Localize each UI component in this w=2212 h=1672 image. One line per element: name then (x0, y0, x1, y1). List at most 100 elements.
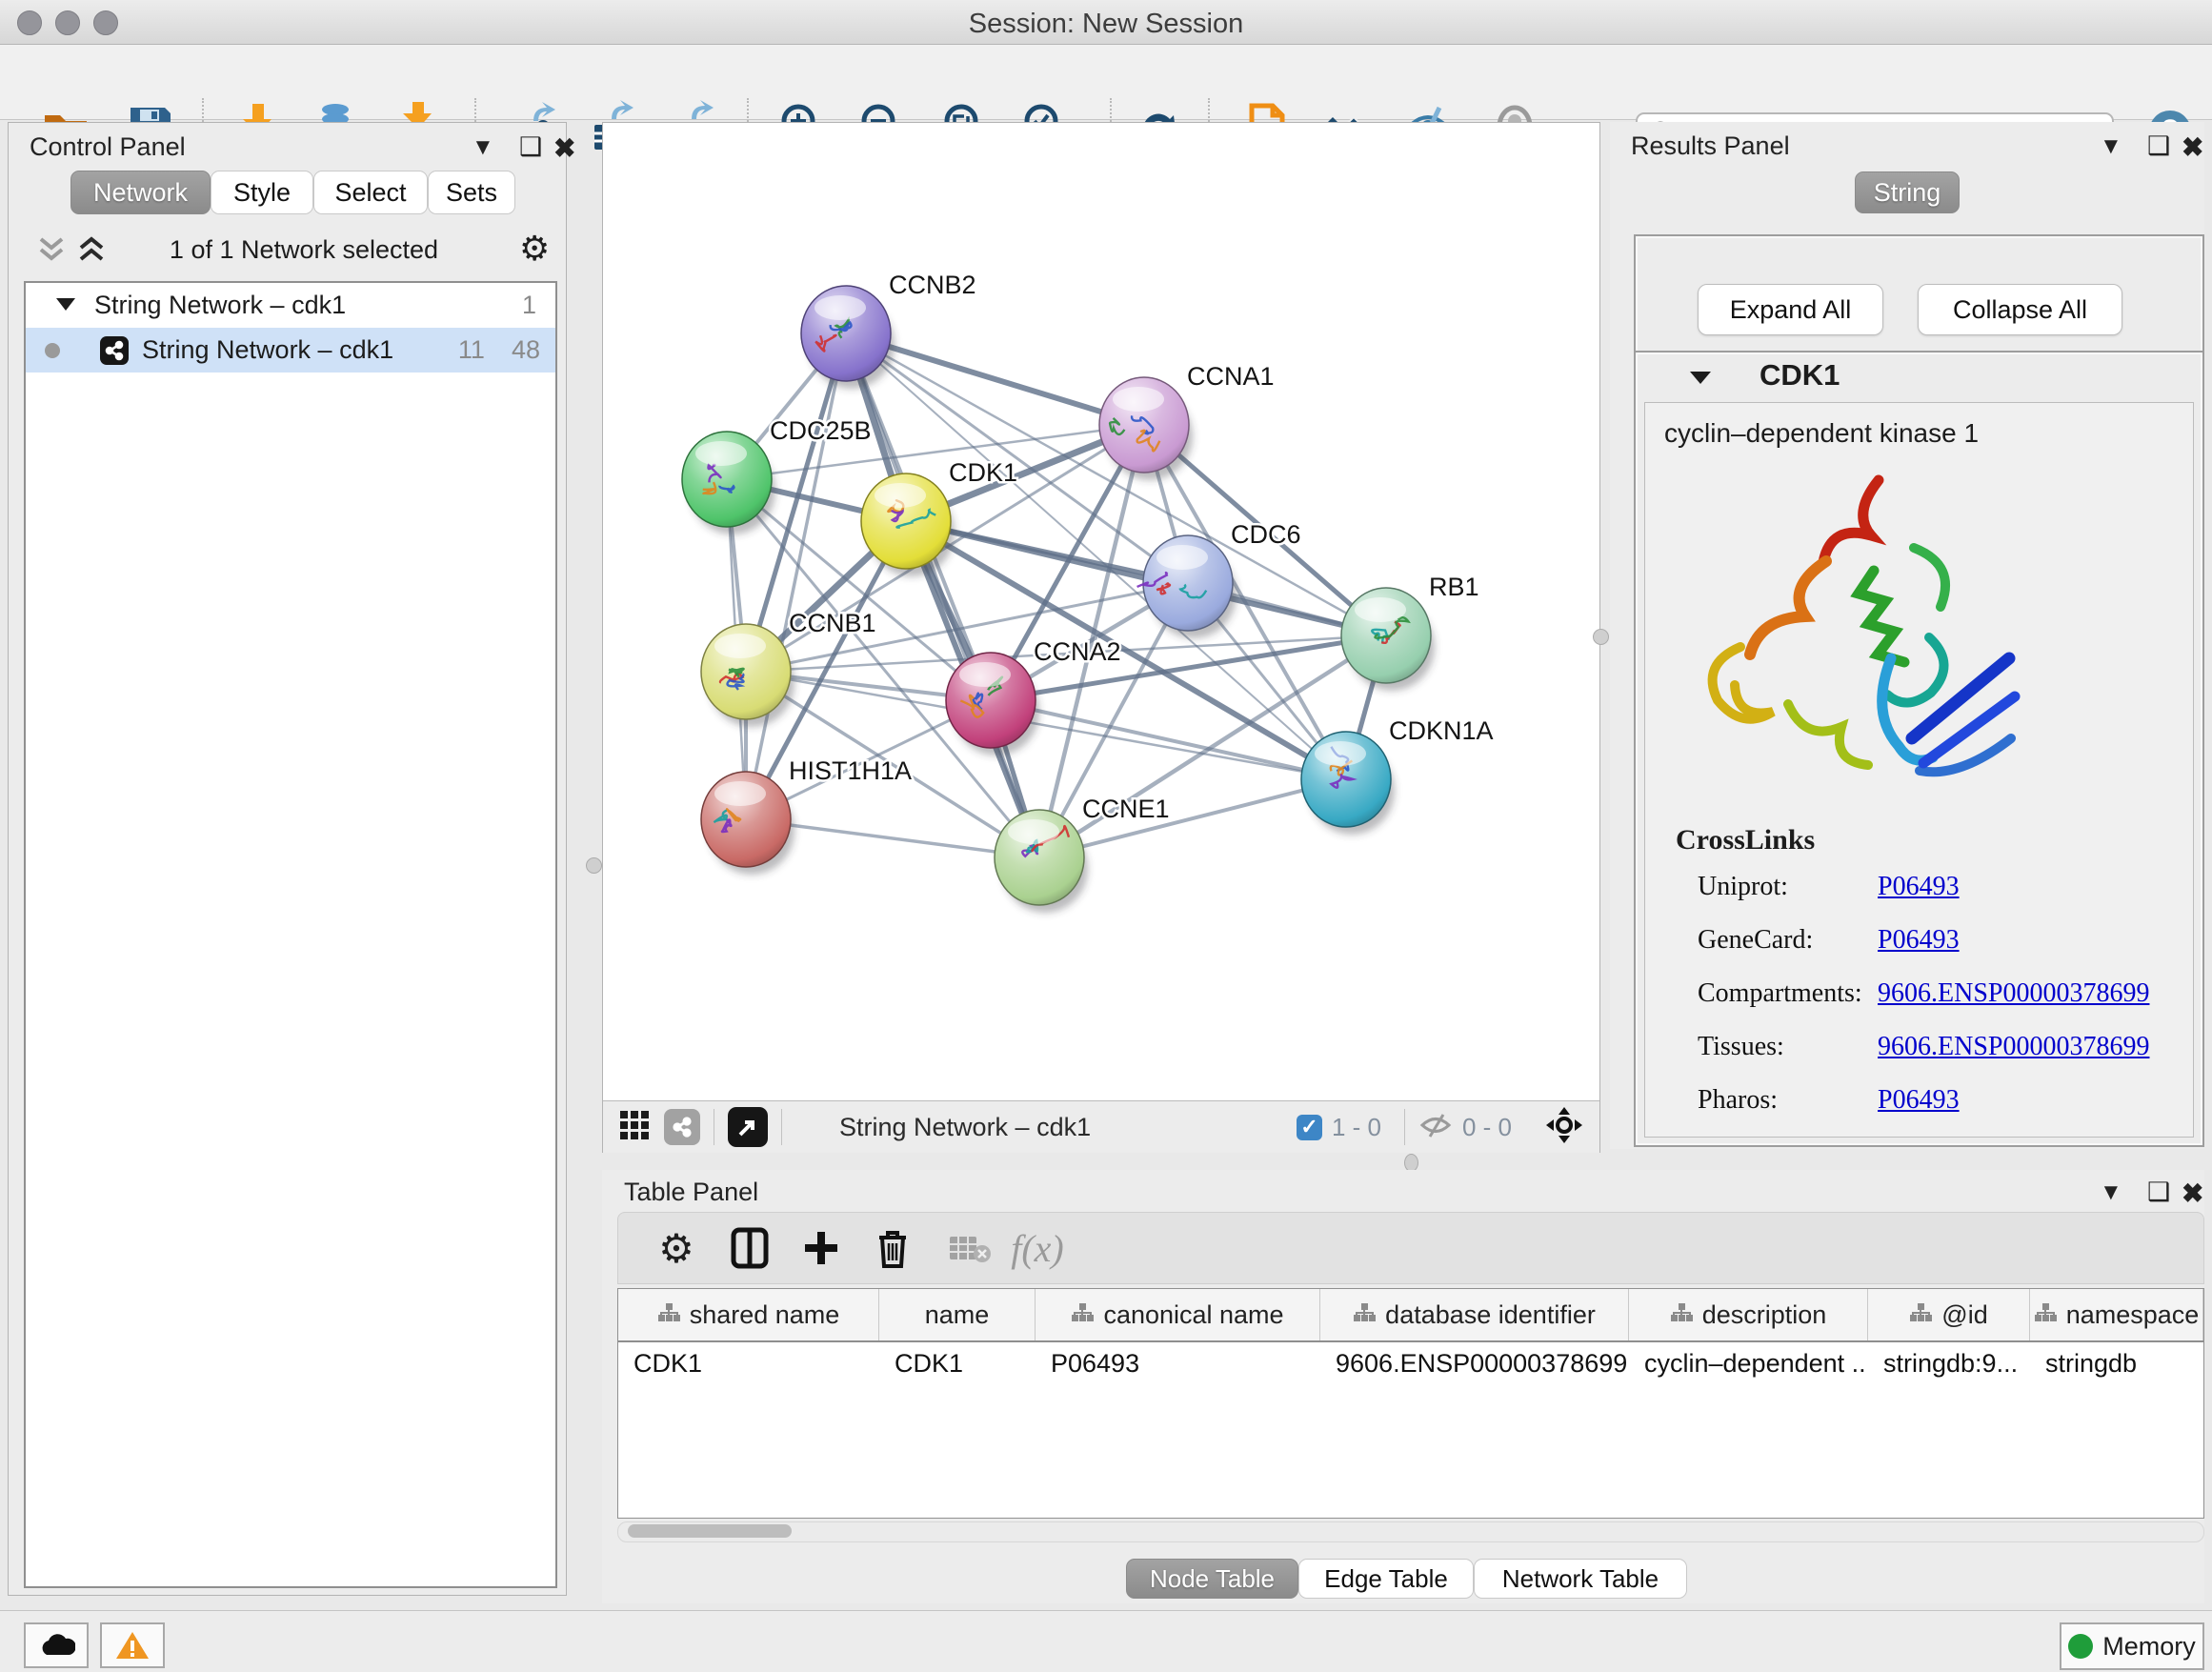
right-splitter-handle[interactable] (1593, 629, 1609, 645)
selected-checkbox-icon[interactable]: ✓ (1297, 1115, 1322, 1140)
tab-node-table[interactable]: Node Table (1126, 1559, 1298, 1599)
network-node-rb1[interactable]: RB1 (1341, 573, 1479, 683)
network-canvas[interactable]: CCNB2CCNA1CDC25BCDK1CDC6RB1CCNB1CCNA2CDK… (603, 123, 1599, 1098)
show-columns-icon[interactable] (719, 1219, 780, 1278)
network-column-icon (1909, 1300, 1932, 1330)
grid-view-icon[interactable] (618, 1109, 651, 1146)
table-panel-float-icon[interactable]: ❑ (2147, 1178, 2170, 1207)
results-panel-menu-icon[interactable]: ▼ (2100, 133, 2122, 160)
crosslink-row: Compartments:9606.ENSP00000378699 (1698, 978, 2174, 1009)
column-header-shared-name[interactable]: shared name (618, 1289, 879, 1340)
tab-select[interactable]: Select (313, 171, 428, 214)
cloud-status-button[interactable] (24, 1622, 89, 1668)
collection-expand-icon[interactable] (54, 291, 77, 320)
delete-column-icon[interactable] (862, 1219, 923, 1278)
node-label-cdkn1a: CDKN1A (1389, 716, 1494, 745)
table-cell[interactable]: stringdb (2030, 1342, 2203, 1385)
crosslink-label: Pharos: (1698, 1085, 1878, 1116)
table-cell[interactable]: P06493 (1036, 1342, 1320, 1385)
tab-network-table[interactable]: Network Table (1474, 1559, 1687, 1599)
memory-label: Memory (2102, 1632, 2196, 1662)
crosslink-link[interactable]: P06493 (1878, 872, 1960, 902)
title-bar: Session: New Session (0, 0, 2212, 45)
column-header-description[interactable]: description (1629, 1289, 1868, 1340)
expand-all-icon[interactable] (75, 233, 108, 271)
expand-all-button[interactable]: Expand All (1698, 284, 1883, 335)
section-collapse-icon[interactable] (1688, 368, 1713, 392)
footer-separator (1404, 1109, 1405, 1145)
table-panel-menu-icon[interactable]: ▼ (2100, 1179, 2122, 1206)
node-table[interactable]: shared namenamecanonical namedatabase id… (617, 1288, 2204, 1519)
delete-table-icon[interactable] (939, 1219, 1000, 1278)
birds-eye-view-icon[interactable] (1544, 1105, 1584, 1150)
table-cell[interactable]: 9606.ENSP00000378699 (1320, 1342, 1629, 1385)
network-node-count: 11 (458, 335, 485, 365)
table-cell[interactable]: cyclin–dependent ... (1629, 1342, 1868, 1385)
tab-style[interactable]: Style (211, 171, 313, 214)
table-cell[interactable]: stringdb:9... (1868, 1342, 2030, 1385)
column-header-label: namespace (2066, 1300, 2200, 1330)
network-node-hist1h1a[interactable]: HIST1H1A (701, 756, 912, 867)
network-node-cdk1[interactable]: CDK1 (861, 458, 1017, 569)
tab-edge-table[interactable]: Edge Table (1298, 1559, 1474, 1599)
network-view-toolbar: String Network – cdk1 ✓ 1 - 0 0 - 0 (603, 1100, 1599, 1153)
results-panel-float-icon[interactable]: ❑ (2147, 131, 2170, 161)
node-label-ccnb2: CCNB2 (889, 271, 976, 299)
tab-sets[interactable]: Sets (428, 171, 515, 214)
tab-string[interactable]: String (1855, 171, 1960, 213)
table-panel-close-icon[interactable]: ✖ (2182, 1178, 2203, 1209)
table-settings-gear-icon[interactable]: ⚙ (646, 1219, 707, 1278)
warning-icon (114, 1630, 151, 1661)
crosslink-row: GeneCard:P06493 (1698, 925, 2174, 956)
main-toolbar: ? (0, 45, 2212, 120)
warning-status-button[interactable] (100, 1622, 165, 1668)
string-app-icon (100, 336, 129, 365)
network-collection-row[interactable]: String Network – cdk1 1 (26, 283, 555, 328)
node-label-ccne1: CCNE1 (1082, 795, 1170, 823)
column-header--id[interactable]: @id (1868, 1289, 2030, 1340)
node-label-rb1: RB1 (1429, 573, 1479, 601)
table-cell[interactable]: CDK1 (879, 1342, 1036, 1385)
results-panel: Results Panel ▼ ❑ ✖ String Expand All Co… (1610, 122, 2204, 1149)
network-edge[interactable] (746, 333, 846, 819)
control-panel-menu-icon[interactable]: ▼ (472, 134, 494, 161)
crosslink-link[interactable]: 9606.ENSP00000378699 (1878, 978, 2149, 1009)
column-header-database-identifier[interactable]: database identifier (1320, 1289, 1629, 1340)
column-header-name[interactable]: name (879, 1289, 1036, 1340)
crosslink-link[interactable]: P06493 (1878, 1085, 1960, 1116)
network-edge-count: 48 (512, 335, 540, 365)
crosslink-label: Tissues: (1698, 1032, 1878, 1062)
add-column-icon[interactable] (791, 1219, 852, 1278)
network-node-cdc6[interactable]: CDC6 (1137, 520, 1301, 631)
network-options-gear-icon[interactable]: ⚙ (519, 230, 550, 269)
column-header-namespace[interactable]: namespace (2030, 1289, 2203, 1340)
left-splitter-handle[interactable] (586, 857, 602, 874)
table-cell[interactable]: CDK1 (618, 1342, 879, 1385)
memory-button[interactable]: Memory (2060, 1622, 2204, 1670)
column-header-canonical-name[interactable]: canonical name (1036, 1289, 1320, 1340)
control-panel-float-icon[interactable]: ❑ (519, 132, 542, 162)
table-horizontal-scrollbar[interactable] (617, 1521, 2204, 1542)
results-panel-close-icon[interactable]: ✖ (2182, 131, 2203, 163)
crosslink-link[interactable]: P06493 (1878, 925, 1960, 956)
crosslink-link[interactable]: 9606.ENSP00000378699 (1878, 1032, 2149, 1062)
footer-separator (781, 1109, 782, 1145)
node-label-cdc25b: CDC25B (770, 416, 872, 445)
collapse-all-icon[interactable] (35, 233, 68, 271)
collapse-all-button[interactable]: Collapse All (1918, 284, 2122, 335)
hidden-eye-icon[interactable] (1418, 1111, 1453, 1144)
scrollbar-thumb[interactable] (628, 1524, 792, 1538)
status-bar: Memory (0, 1610, 2212, 1672)
tab-network[interactable]: Network (70, 171, 211, 214)
network-row-selected[interactable]: String Network – cdk1 11 48 (26, 328, 555, 373)
function-builder-icon[interactable]: f(x) (1007, 1219, 1068, 1278)
network-column-icon (1670, 1300, 1693, 1330)
hidden-counts: 0 - 0 (1462, 1113, 1512, 1142)
table-body: CDK1CDK1P064939606.ENSP00000378699cyclin… (618, 1342, 2203, 1385)
control-panel-close-icon[interactable]: ✖ (553, 132, 575, 164)
table-row[interactable]: CDK1CDK1P064939606.ENSP00000378699cyclin… (618, 1342, 2203, 1385)
network-node-cdkn1a[interactable]: CDKN1A (1301, 716, 1494, 827)
network-column-icon (1353, 1300, 1376, 1330)
string-network-badge-icon[interactable] (664, 1109, 700, 1145)
open-in-browser-icon[interactable] (728, 1107, 768, 1147)
